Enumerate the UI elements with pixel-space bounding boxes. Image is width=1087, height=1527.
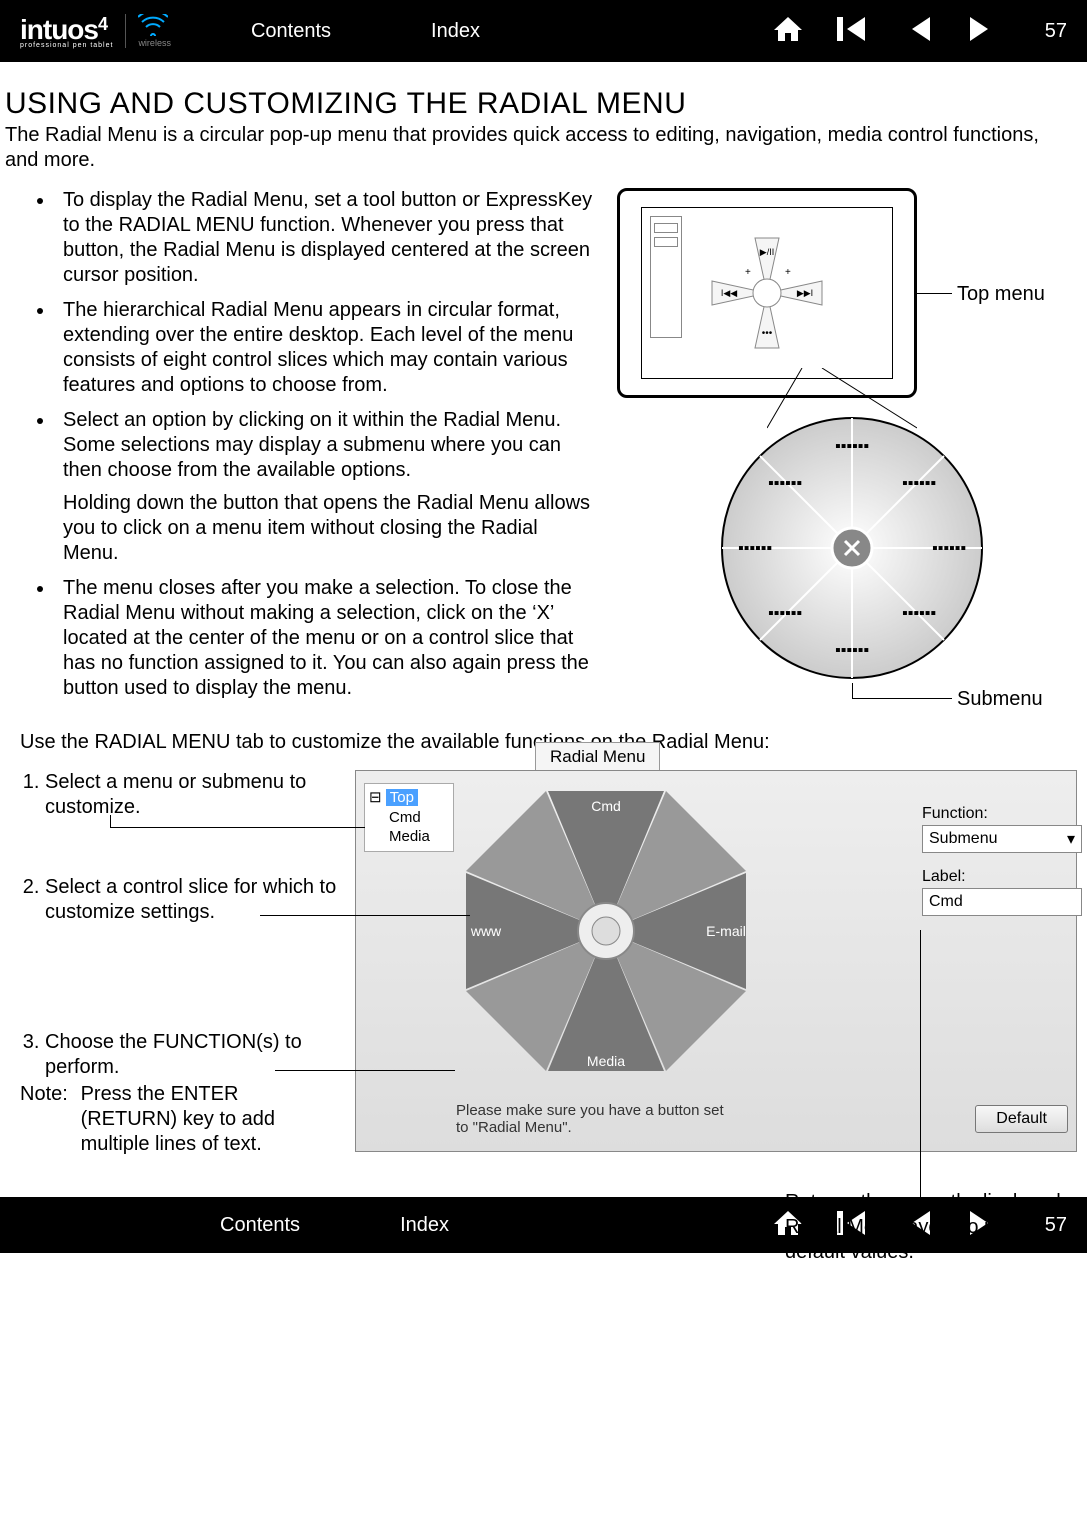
page-title: USING AND CUSTOMIZING THE RADIAL MENU	[5, 87, 1077, 121]
svg-text:▪▪▪▪▪▪: ▪▪▪▪▪▪	[835, 438, 869, 455]
menu-tree[interactable]: ⊟ Top Cmd Media	[364, 783, 454, 852]
contents-link[interactable]: Contents	[251, 20, 331, 43]
default-callout: Returns the currently displayed Radial M…	[785, 1190, 1065, 1265]
function-dropdown[interactable]: Submenu ▾	[922, 825, 1082, 853]
radial-menu-tab[interactable]: Radial Menu	[535, 742, 660, 771]
label-input[interactable]: Cmd	[922, 888, 1082, 916]
note-label: Note:	[20, 1082, 75, 1107]
home-icon[interactable]	[771, 14, 805, 49]
top-menu-diagram: ▶/II I◀◀ ▶▶I ••• + +	[617, 188, 917, 398]
svg-text:▪▪▪▪▪▪: ▪▪▪▪▪▪	[768, 475, 802, 492]
note: Note: Press the ENTER (RETURN) key to ad…	[20, 1082, 340, 1157]
svg-text:+: +	[745, 267, 751, 278]
steps-list: Select a menu or submenu to customize. S…	[20, 770, 340, 1080]
radial-slice-editor[interactable]: Cmd www E-mail Media	[451, 776, 761, 1086]
wifi-icon	[138, 14, 171, 36]
top-toolbar: intuos4 professional pen tablet wireless…	[0, 0, 1087, 62]
page-number-top: 57	[1045, 20, 1067, 43]
svg-text:▶▶I: ▶▶I	[797, 288, 813, 298]
submenu-diagram: ▪▪▪▪▪▪ ▪▪▪▪▪▪ ▪▪▪▪▪▪ ▪▪▪▪▪▪ ▪▪▪▪▪▪ ▪▪▪▪▪▪ ▪…	[717, 413, 987, 683]
index-link-bottom[interactable]: Index	[400, 1214, 449, 1237]
svg-text:Media: Media	[587, 1053, 625, 1069]
bullet-3-sub: Holding down the button that opens the R…	[63, 491, 597, 566]
svg-text:•••: •••	[762, 328, 773, 339]
submenu-label: Submenu	[957, 688, 1043, 711]
bullet-1: To display the Radial Menu, set a tool b…	[55, 188, 597, 288]
function-label: Function:	[922, 805, 1082, 823]
step-1: Select a menu or submenu to customize.	[45, 770, 340, 820]
svg-text:E-mail: E-mail	[706, 923, 746, 939]
svg-text:▶/II: ▶/II	[760, 247, 774, 257]
svg-text:▪▪▪▪▪▪: ▪▪▪▪▪▪	[932, 540, 966, 557]
radial-mini-icon: ▶/II I◀◀ ▶▶I ••• + +	[702, 228, 832, 358]
bullet-list: To display the Radial Menu, set a tool b…	[5, 188, 597, 701]
bullet-4: The menu closes after you make a selecti…	[55, 576, 597, 701]
note-body: Press the ENTER (RETURN) key to add mult…	[81, 1082, 316, 1157]
bullet-3: Select an option by clicking on it withi…	[55, 408, 597, 566]
prev-page-icon[interactable]	[905, 14, 935, 49]
bullet-2: The hierarchical Radial Menu appears in …	[55, 298, 597, 398]
tree-item-media[interactable]: Media	[389, 827, 449, 847]
svg-text:▪▪▪▪▪▪: ▪▪▪▪▪▪	[902, 605, 936, 622]
next-page-icon[interactable]	[965, 14, 995, 49]
brand-suffix: 4	[98, 14, 107, 34]
intro-text: The Radial Menu is a circular pop-up men…	[5, 123, 1077, 173]
radial-menu-settings-screenshot: Radial Menu ⊟ Top Cmd Media	[355, 770, 1077, 1157]
radial-hint-message: Please make sure you have a button set t…	[456, 1102, 736, 1136]
contents-link-bottom[interactable]: Contents	[220, 1214, 300, 1237]
svg-text:▪▪▪▪▪▪: ▪▪▪▪▪▪	[902, 475, 936, 492]
label-label: Label:	[922, 868, 1082, 886]
brand-tagline: professional pen tablet	[20, 42, 113, 49]
brand-name: intuos	[20, 14, 98, 45]
svg-text:www: www	[470, 923, 502, 939]
top-menu-label: Top menu	[957, 283, 1045, 306]
step-2: Select a control slice for which to cust…	[45, 875, 340, 925]
step-3: Choose the FUNCTION(s) to perform.	[45, 1030, 340, 1080]
chevron-down-icon: ▾	[1067, 829, 1075, 849]
tree-item-cmd[interactable]: Cmd	[389, 808, 449, 828]
svg-text:I◀◀: I◀◀	[721, 288, 737, 298]
tree-root[interactable]: Top	[386, 789, 418, 806]
wireless-label: wireless	[138, 38, 171, 48]
svg-text:▪▪▪▪▪▪: ▪▪▪▪▪▪	[835, 642, 869, 659]
default-button[interactable]: Default	[975, 1105, 1068, 1133]
svg-text:+: +	[785, 267, 791, 278]
index-link[interactable]: Index	[431, 20, 480, 43]
svg-text:▪▪▪▪▪▪: ▪▪▪▪▪▪	[768, 605, 802, 622]
svg-text:Cmd: Cmd	[591, 798, 621, 814]
first-page-icon[interactable]	[835, 14, 875, 49]
brand-logo: intuos4 professional pen tablet wireless	[20, 14, 171, 49]
svg-text:▪▪▪▪▪▪: ▪▪▪▪▪▪	[738, 540, 772, 557]
